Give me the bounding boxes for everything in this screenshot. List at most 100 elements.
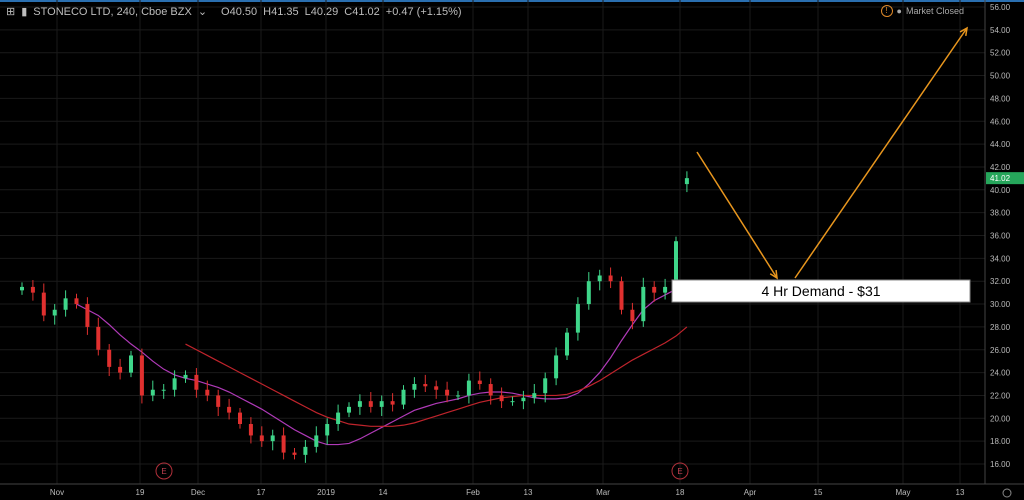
candle-body <box>608 275 613 282</box>
low-value: L40.29 <box>304 5 339 18</box>
price-label: 20.00 <box>990 414 1011 423</box>
candle-body <box>118 366 123 373</box>
time-label: 19 <box>136 488 145 497</box>
warning-icon[interactable]: ! <box>880 5 893 17</box>
time-label: Apr <box>744 488 757 497</box>
candle-body <box>205 389 210 396</box>
candle-body <box>368 401 373 407</box>
candle-body <box>390 401 395 405</box>
candle-body <box>521 397 526 402</box>
chevron-down-icon[interactable]: ⌄ <box>198 5 207 18</box>
candle-body <box>684 178 689 185</box>
price-label: 46.00 <box>990 117 1011 126</box>
candle-body <box>85 304 90 327</box>
price-label: 26.00 <box>990 346 1011 355</box>
time-label: Nov <box>50 488 64 497</box>
candle-body <box>20 286 24 291</box>
price-label: 32.00 <box>990 277 1011 286</box>
time-label: 15 <box>814 488 823 497</box>
price-label: 22.00 <box>990 391 1011 400</box>
open-value: O40.50 <box>221 5 258 18</box>
candle-body <box>586 281 591 305</box>
flag-icon[interactable]: ▮ <box>21 5 27 18</box>
down-arrow-icon <box>696 151 778 279</box>
time-label: Mar <box>596 488 610 497</box>
candle-body <box>259 435 264 442</box>
time-label: 13 <box>524 488 533 497</box>
candle-body <box>466 380 471 396</box>
candle-body <box>63 298 68 310</box>
candle-body <box>314 435 319 447</box>
candle-body <box>270 435 275 442</box>
moving-averages <box>76 282 688 446</box>
candle-body <box>510 401 515 403</box>
candle-body <box>554 355 559 379</box>
time-label: 13 <box>956 488 965 497</box>
candle-body <box>96 326 101 350</box>
annotation-layer: 4 Hr Demand - $31 <box>671 26 971 303</box>
candle-body <box>543 378 548 394</box>
grid: EE <box>0 0 985 484</box>
candle-body <box>183 374 188 379</box>
price-label: 24.00 <box>990 369 1011 378</box>
price-label: 56.00 <box>990 3 1011 12</box>
price-label: 28.00 <box>990 323 1011 332</box>
candle-body <box>227 406 232 413</box>
price-chart[interactable]: EE 4 Hr Demand - $31 56.0054.0052.0050.0… <box>0 0 1024 500</box>
candle-body <box>303 446 308 455</box>
candle-body <box>401 389 406 405</box>
symbol-name[interactable]: STONECO LTD, 240, Cboe BZX <box>33 6 192 18</box>
candle-body <box>434 386 439 390</box>
time-label: Dec <box>191 488 205 497</box>
price-label: 44.00 <box>990 140 1011 149</box>
price-label: 48.00 <box>990 94 1011 103</box>
candle-body <box>597 275 602 282</box>
candle-body <box>139 355 144 396</box>
candle-body <box>336 412 341 425</box>
candle-body <box>423 384 428 387</box>
candle-body <box>172 378 177 390</box>
candle-body <box>325 424 330 436</box>
candle-body <box>347 406 351 413</box>
time-label: 17 <box>257 488 266 497</box>
candle-body <box>379 401 384 407</box>
dot-icon: ● <box>896 6 902 16</box>
candle-body <box>565 332 569 356</box>
candle-body <box>107 349 112 367</box>
candle-body <box>74 298 79 305</box>
demand-zone-label: 4 Hr Demand - $31 <box>761 283 880 299</box>
time-label: 18 <box>676 488 685 497</box>
candle-body <box>619 281 624 310</box>
current-price-label: 41.02 <box>990 174 1011 183</box>
candle-body <box>499 395 504 402</box>
price-label: 38.00 <box>990 209 1011 218</box>
market-status-text: Market Closed <box>905 6 964 16</box>
candle-body <box>52 309 57 316</box>
time-axis: Nov 19 Dec 17 2019 14 Feb 13 Mar 18 Apr 15 May 13 <box>0 483 1024 498</box>
price-axis: 56.00 54.00 52.00 50.00 48.00 46.00 44.00 42.00… <box>984 0 1024 484</box>
candle-body <box>292 452 297 455</box>
candle-body <box>641 286 646 322</box>
price-label: 54.00 <box>990 26 1011 35</box>
up-arrow-icon <box>794 27 968 279</box>
time-label: Feb <box>466 488 480 497</box>
candle-body <box>194 374 199 390</box>
candle-body <box>281 435 286 453</box>
candle-body <box>248 424 253 436</box>
market-status: ! ● Market Closed <box>880 5 964 17</box>
candle-body <box>41 292 46 316</box>
time-label: 14 <box>379 488 388 497</box>
candle-body <box>630 309 635 322</box>
high-value: H41.35 <box>263 5 299 18</box>
price-label: 36.00 <box>990 232 1011 241</box>
candle-body <box>652 286 657 293</box>
earnings-marker-label: E <box>677 467 682 476</box>
price-label: 34.00 <box>990 254 1011 263</box>
settings-gear-icon <box>1002 488 1012 498</box>
time-label: May <box>895 488 910 497</box>
price-label: 16.00 <box>990 460 1011 469</box>
expand-icon[interactable]: ⊞ <box>6 5 15 18</box>
candle-body <box>575 304 580 333</box>
price-label: 50.00 <box>990 72 1011 81</box>
price-label: 40.00 <box>990 186 1011 195</box>
